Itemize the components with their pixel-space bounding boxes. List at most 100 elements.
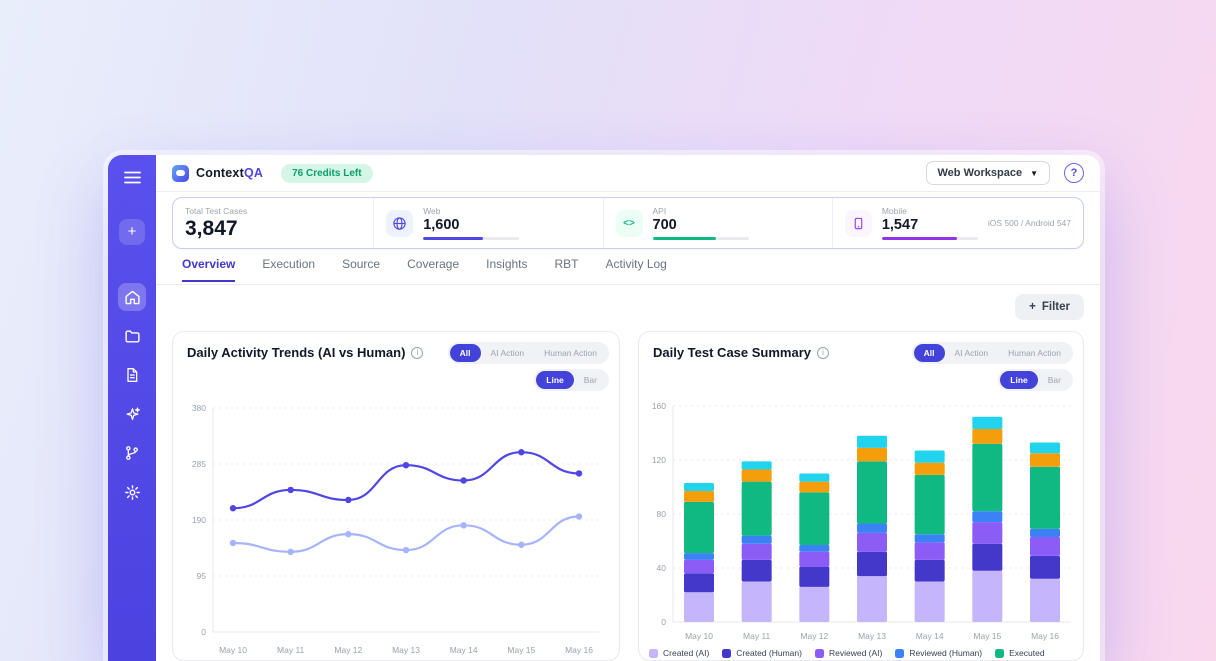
- document-icon: [124, 367, 140, 383]
- api-progress-track: [653, 237, 749, 240]
- sidebar-item-settings[interactable]: [118, 478, 146, 506]
- daily-test-case-summary-card: Daily Test Case Summary i All AI Action …: [638, 331, 1084, 661]
- legend-swatch: [722, 649, 731, 658]
- svg-text:May 13: May 13: [392, 645, 420, 655]
- svg-text:May 10: May 10: [685, 631, 713, 641]
- svg-text:285: 285: [192, 459, 206, 469]
- plus-icon: +: [128, 223, 137, 240]
- info-icon[interactable]: i: [817, 347, 829, 359]
- card-title: Daily Test Case Summary: [653, 345, 811, 360]
- brand-name: ContextQA: [196, 166, 263, 180]
- chevron-down-icon: ▼: [1030, 169, 1038, 178]
- web-progress-track: [423, 237, 519, 240]
- credits-badge: 76 Credits Left: [281, 164, 372, 183]
- globe-icon: [386, 210, 413, 237]
- stat-label: API: [653, 206, 749, 216]
- gear-icon: [124, 484, 141, 501]
- svg-text:May 14: May 14: [916, 631, 944, 641]
- legend-swatch: [995, 649, 1004, 658]
- legend-item: Created (Human): [722, 648, 802, 658]
- workspace-dropdown[interactable]: Web Workspace ▼: [926, 161, 1051, 185]
- pill-human-action[interactable]: Human Action: [998, 344, 1071, 362]
- sidebar-item-integrations[interactable]: [118, 439, 146, 467]
- pill-ai-action[interactable]: AI Action: [945, 344, 999, 362]
- legend-item: Executed: [995, 648, 1044, 658]
- new-item-button[interactable]: +: [119, 219, 145, 245]
- info-icon[interactable]: i: [411, 347, 423, 359]
- pill-line[interactable]: Line: [536, 371, 573, 389]
- home-icon: [124, 289, 141, 306]
- help-button[interactable]: ?: [1064, 163, 1084, 183]
- svg-text:May 15: May 15: [973, 631, 1001, 641]
- svg-text:May 11: May 11: [277, 645, 305, 655]
- pill-line[interactable]: Line: [1000, 371, 1037, 389]
- svg-text:190: 190: [192, 515, 206, 525]
- tab-activity-log[interactable]: Activity Log: [606, 257, 667, 280]
- filter-button-label: Filter: [1042, 301, 1070, 313]
- folder-icon: [124, 328, 141, 345]
- stat-value: 3,847: [185, 217, 238, 241]
- tab-overview[interactable]: Overview: [182, 257, 235, 282]
- pill-bar[interactable]: Bar: [1038, 371, 1071, 389]
- tab-execution[interactable]: Execution: [262, 257, 315, 280]
- mobile-breakdown: iOS 500 / Android 547: [988, 218, 1071, 228]
- app-window: + ContextQA: [108, 155, 1100, 661]
- pill-ai-action[interactable]: AI Action: [481, 344, 535, 362]
- chart-type-toggle: Line Bar: [534, 369, 609, 391]
- sidebar-item-ai[interactable]: [118, 400, 146, 428]
- svg-text:May 15: May 15: [507, 645, 535, 655]
- svg-text:0: 0: [201, 627, 206, 637]
- svg-text:380: 380: [192, 403, 206, 413]
- legend-swatch: [895, 649, 904, 658]
- stats-bar: Total Test Cases 3,847 Web 1,600 <> API …: [172, 197, 1084, 249]
- svg-text:May 14: May 14: [450, 645, 478, 655]
- svg-text:80: 80: [657, 509, 667, 519]
- legend-item: Reviewed (AI): [815, 648, 882, 658]
- svg-text:May 12: May 12: [334, 645, 362, 655]
- main-area: ContextQA 76 Credits Left Web Workspace …: [156, 155, 1100, 661]
- pill-human-action[interactable]: Human Action: [534, 344, 607, 362]
- svg-text:0: 0: [661, 617, 666, 627]
- sidebar-item-home[interactable]: [118, 283, 146, 311]
- pill-all[interactable]: All: [450, 344, 481, 362]
- filter-button[interactable]: + Filter: [1015, 294, 1084, 320]
- menu-icon[interactable]: [124, 171, 141, 189]
- tab-source[interactable]: Source: [342, 257, 380, 280]
- sparkles-icon: [124, 406, 141, 423]
- mobile-progress-track: [882, 237, 978, 240]
- action-filter-toggle: All AI Action Human Action: [448, 342, 609, 364]
- stat-label: Web: [423, 206, 519, 216]
- pill-bar[interactable]: Bar: [574, 371, 607, 389]
- card-title: Daily Activity Trends (AI vs Human): [187, 345, 405, 360]
- sidebar-nav: [118, 283, 146, 506]
- tab-rbt[interactable]: RBT: [555, 257, 579, 280]
- app-header: ContextQA 76 Credits Left Web Workspace …: [156, 155, 1100, 192]
- svg-text:May 12: May 12: [800, 631, 828, 641]
- tab-bar: Overview Execution Source Coverage Insig…: [156, 257, 1100, 285]
- daily-activity-trends-card: Daily Activity Trends (AI vs Human) i Al…: [172, 331, 620, 661]
- tab-insights[interactable]: Insights: [486, 257, 527, 280]
- code-icon: <>: [616, 210, 643, 237]
- svg-text:May 13: May 13: [858, 631, 886, 641]
- plus-icon: +: [1029, 301, 1036, 313]
- stat-mobile: Mobile 1,547 iOS 500 / Android 547: [832, 198, 1083, 248]
- stat-label: Mobile: [882, 206, 978, 216]
- web-progress-fill: [423, 237, 483, 240]
- pill-all[interactable]: All: [914, 344, 945, 362]
- svg-text:May 10: May 10: [219, 645, 247, 655]
- stacked-bar-chart: 04080120160May 10May 11May 12May 13May 1…: [643, 398, 1081, 648]
- svg-text:May 16: May 16: [1031, 631, 1059, 641]
- sidebar-item-projects[interactable]: [118, 322, 146, 350]
- workspace-label: Web Workspace: [938, 167, 1023, 179]
- chart-legend: Created (AI) Created (Human) Reviewed (A…: [649, 648, 1045, 658]
- tab-coverage[interactable]: Coverage: [407, 257, 459, 280]
- svg-text:May 11: May 11: [743, 631, 771, 641]
- stat-web: Web 1,600: [373, 198, 602, 248]
- sidebar-item-test-cases[interactable]: [118, 361, 146, 389]
- stat-total-test-cases: Total Test Cases 3,847: [173, 198, 373, 248]
- line-chart: 0 95 190 285 380 May 10 May 11 May 12 May 13 May …: [179, 396, 611, 661]
- question-icon: ?: [1071, 167, 1078, 179]
- svg-text:95: 95: [197, 571, 207, 581]
- action-filter-toggle: All AI Action Human Action: [912, 342, 1073, 364]
- mobile-progress-fill: [882, 237, 957, 240]
